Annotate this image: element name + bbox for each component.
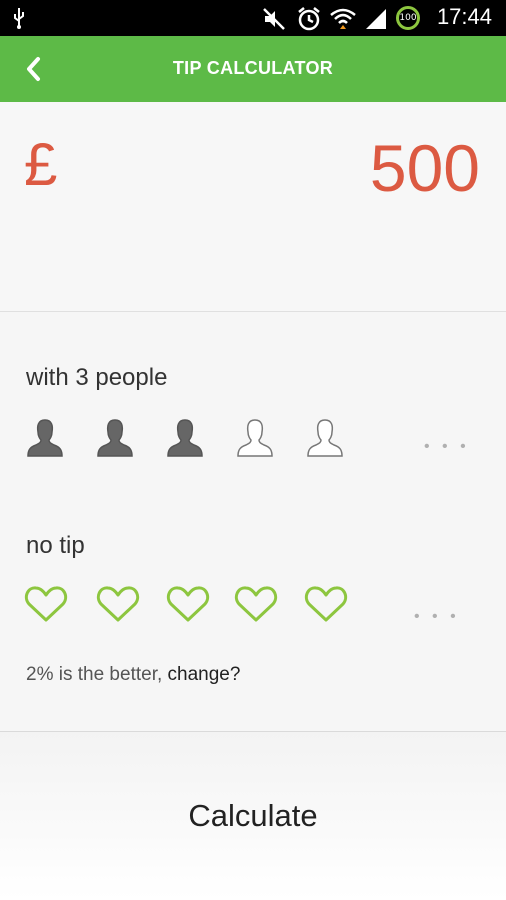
people-label: with 3 people [26, 364, 168, 391]
more-people-button[interactable]: • • • [424, 438, 470, 456]
tip-label: no tip [26, 532, 85, 559]
heart-icon[interactable] [234, 584, 278, 624]
mute-icon [263, 8, 285, 30]
app-bar: TIP CALCULATOR [0, 36, 506, 102]
heart-icon[interactable] [304, 584, 348, 624]
battery-level: 100 [399, 13, 417, 23]
page-title: TIP CALCULATOR [172, 58, 334, 78]
person-icon[interactable] [166, 418, 204, 458]
status-bar: 100 17:44 [0, 0, 506, 36]
usb-icon [14, 8, 24, 29]
currency-selector[interactable]: £ [24, 130, 57, 199]
person-icon[interactable] [26, 418, 64, 458]
status-icons [262, 6, 388, 32]
change-tip-link[interactable]: change? [168, 664, 241, 685]
alarm-icon [298, 7, 320, 31]
amount-panel[interactable]: £ 500 [0, 102, 506, 312]
calculate-button[interactable]: Calculate [0, 732, 506, 900]
battery-icon: 100 [396, 6, 420, 30]
heart-icon[interactable] [166, 584, 210, 624]
signal-icon [366, 9, 386, 29]
heart-icon[interactable] [24, 584, 68, 624]
wifi-icon [330, 8, 356, 29]
tip-selector: • • • [24, 584, 484, 628]
person-outline-icon[interactable] [236, 418, 274, 458]
people-selector: • • • [26, 418, 486, 460]
calculate-label: Calculate [188, 798, 318, 833]
status-clock: 17:44 [436, 4, 492, 29]
amount-input[interactable]: 500 [370, 130, 480, 206]
person-icon[interactable] [96, 418, 134, 458]
tip-hint-text: 2% is the better, [26, 664, 168, 685]
person-outline-icon[interactable] [306, 418, 344, 458]
tip-hint: 2% is the better, change? [26, 664, 240, 686]
more-tips-button[interactable]: • • • [414, 608, 460, 626]
heart-icon[interactable] [96, 584, 140, 624]
